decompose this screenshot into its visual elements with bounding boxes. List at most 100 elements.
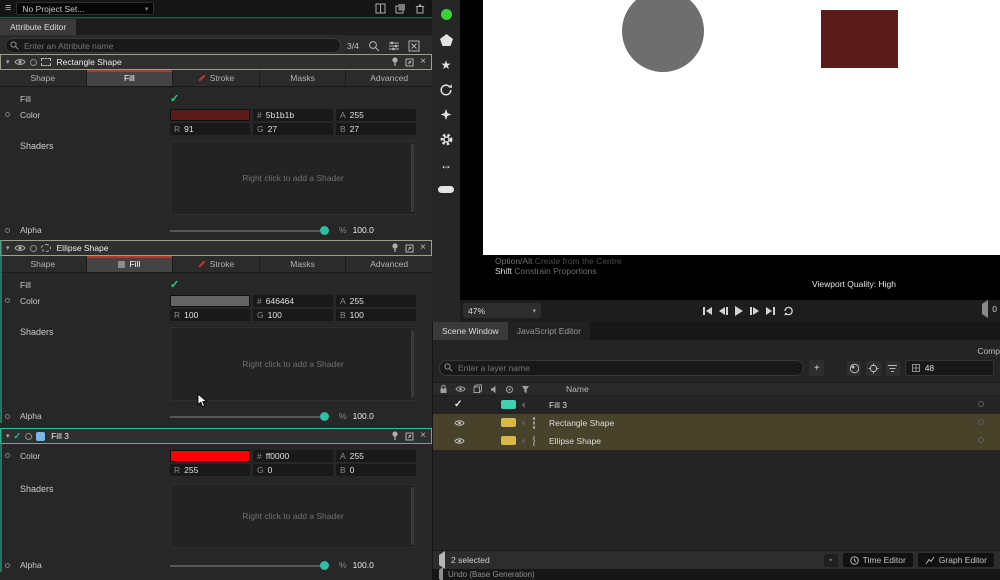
connection-port-icon[interactable] [5,298,10,303]
find-icon-button[interactable] [367,39,381,53]
pentagon-tool-icon[interactable] [435,29,457,50]
attribute-search-input[interactable] [5,38,341,53]
section-header-ellipse-shape[interactable]: ▾ Ellipse Shape × [0,240,432,256]
scrollbar[interactable] [411,330,414,398]
close-icon[interactable]: × [420,57,426,67]
tab-masks[interactable]: Masks [259,256,347,272]
color-swatch[interactable] [170,295,250,307]
tab-stroke[interactable]: Stroke [173,256,260,272]
shader-drop-area[interactable]: Right click to add a Shader [170,484,416,548]
composition-canvas[interactable] [483,0,1000,255]
red-field[interactable]: R 255 [170,464,250,476]
panel-stack-icon[interactable] [393,2,407,16]
layer-row-fill-3[interactable]: ✓ Fill 3 [433,396,1000,414]
step-forward-button[interactable] [750,307,759,315]
layer-color-swatch[interactable] [501,418,516,427]
speaker-column-icon[interactable] [490,385,498,394]
rotate-tool-icon[interactable] [435,79,457,100]
visibility-eye-icon[interactable] [13,244,26,252]
tab-fill[interactable]: Fill [86,70,174,86]
layer-toggle-dot[interactable] [978,419,984,425]
alpha-value[interactable]: 100.0 [353,411,374,421]
frame-counter-value[interactable]: 0 [992,304,997,314]
graph-editor-button[interactable]: Graph Editor [917,553,994,567]
layer-toggle-dot[interactable] [978,401,984,407]
visibility-check-icon[interactable]: ✓ [454,399,462,410]
alpha-slider[interactable] [170,559,329,572]
collapse-arrow-icon[interactable] [521,438,525,444]
scrollbar[interactable] [411,144,414,212]
layer-toggle-dot[interactable] [978,437,984,443]
alpha-slider[interactable] [170,410,329,423]
shader-drop-area[interactable]: Right click to add a Shader [170,327,416,401]
visibility-eye-icon[interactable] [454,437,465,445]
expand-panel-button[interactable]: ▪ [823,553,838,567]
alpha-field[interactable]: A 255 [336,109,416,121]
dock-icon[interactable] [405,244,414,253]
alpha-field[interactable]: A 255 [336,295,416,307]
zoom-level-dropdown[interactable]: 47% ▾ [463,303,541,318]
visibility-eye-icon[interactable] [454,419,465,427]
chevron-down-icon[interactable]: ▾ [6,432,10,440]
chevron-down-icon[interactable]: ▾ [6,244,10,252]
target-column-icon[interactable] [505,385,514,394]
tab-advanced[interactable]: Advanced [346,256,432,272]
tab-shape[interactable]: Shape [0,256,87,272]
chevron-down-icon[interactable]: ▾ [6,58,10,66]
connection-port-icon[interactable] [5,453,10,458]
tab-advanced[interactable]: Advanced [346,70,432,86]
tab-stroke[interactable]: Stroke [173,70,260,86]
funnel-column-icon[interactable] [521,385,530,394]
dock-icon[interactable] [405,58,414,67]
settings-gear-icon[interactable] [435,129,457,150]
frame-back-mini-icon[interactable] [982,300,989,318]
layer-name[interactable]: Ellipse Shape [549,436,601,446]
alpha-slider[interactable] [170,224,329,237]
shader-drop-area[interactable]: Right click to add a Shader [170,141,416,215]
enable-ring-icon[interactable] [29,58,37,66]
search-options-icon-button[interactable] [387,39,401,53]
record-indicator-icon[interactable] [435,4,457,25]
star-tool-icon[interactable]: ★ [435,54,457,75]
eye-column-icon[interactable] [455,385,466,393]
layer-row-rectangle-shape[interactable]: Rectangle Shape [433,414,1000,432]
collapse-arrow-icon[interactable] [521,402,525,408]
hex-field[interactable]: # ff0000 [253,450,333,462]
step-back-button[interactable] [719,307,728,315]
tab-shape[interactable]: Shape [0,70,87,86]
panel-layout-icon[interactable] [373,2,387,16]
app-menu-icon[interactable]: ≡ [5,3,11,14]
enable-ring-icon[interactable] [25,432,33,440]
tab-scene-window[interactable]: Scene Window [433,322,508,340]
dock-icon[interactable] [405,432,414,441]
alpha-value[interactable]: 100.0 [353,560,374,570]
visibility-eye-icon[interactable] [13,58,26,66]
capsule-tool-icon[interactable] [435,179,457,200]
tab-masks[interactable]: Masks [259,70,347,86]
horizontal-arrows-icon[interactable]: ↔ [435,154,457,175]
hex-field[interactable]: #646464 [253,295,333,307]
collapse-arrow-icon[interactable] [521,420,525,426]
clear-search-icon-button[interactable] [407,39,421,53]
layer-color-swatch[interactable] [501,400,516,409]
section-header-fill-3[interactable]: ▾ ✓ Fill 3 × [0,428,432,444]
pin-icon[interactable] [391,243,399,253]
filter-list-icon-button[interactable] [885,360,900,376]
trash-icon[interactable] [413,2,427,16]
tab-fill[interactable]: Fill [86,256,174,272]
close-icon[interactable]: × [420,243,426,253]
project-dropdown[interactable]: No Project Set... ▾ [16,2,155,15]
slider-handle[interactable] [320,225,329,235]
pin-icon[interactable] [391,431,399,441]
tab-javascript-editor[interactable]: JavaScript Editor [507,322,590,340]
skip-to-start-button[interactable] [703,307,712,315]
time-editor-button[interactable]: Time Editor [842,553,913,567]
selection-filter-icon[interactable] [439,551,445,569]
tab-attribute-editor[interactable]: Attribute Editor [0,19,77,35]
connection-port-icon[interactable] [5,112,10,117]
isolate-target-icon-button[interactable] [866,360,881,376]
enable-ring-icon[interactable] [29,244,37,252]
color-swatch[interactable] [170,450,250,462]
value-field-48[interactable]: 48 [904,360,995,376]
pin-icon[interactable] [391,57,399,67]
